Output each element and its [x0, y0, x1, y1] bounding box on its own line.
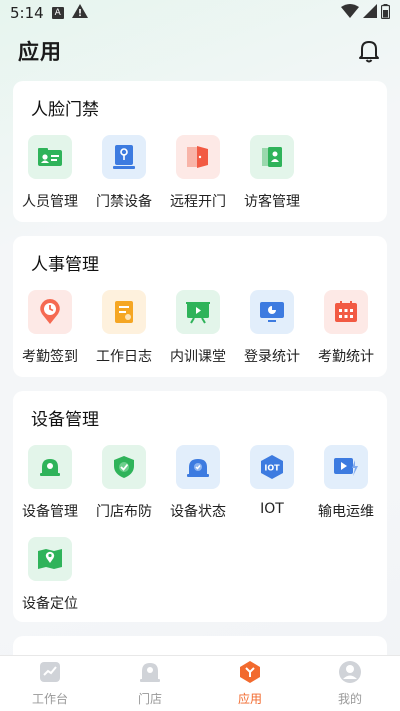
- app-item-iot[interactable]: IOT IOT: [235, 445, 309, 517]
- tab-mine[interactable]: 我的: [300, 656, 400, 711]
- warning-icon: [71, 4, 88, 22]
- app-item-label: 内训课堂: [170, 349, 226, 365]
- app-item-label: 设备管理: [22, 504, 78, 520]
- signal-icon: [363, 4, 377, 22]
- app-item-label: 考勤签到: [22, 349, 78, 365]
- app-item-label: 工作日志: [96, 349, 152, 365]
- wifi-icon: [341, 4, 359, 22]
- tab-label: 我的: [337, 692, 362, 706]
- app-item-personnel[interactable]: 人员管理: [13, 135, 87, 211]
- tab-label: 应用: [237, 692, 262, 706]
- app-item-door-devices[interactable]: 门禁设备: [87, 135, 161, 211]
- app-item-power-transmission[interactable]: 输电运维: [309, 445, 383, 521]
- battery-icon: [380, 3, 391, 23]
- app-item-device-management[interactable]: 设备管理: [13, 445, 87, 521]
- section-device-management: 设备管理 设备管理 门店布防 设备状态 IOT IOT 输电运维 设备定位: [13, 391, 387, 622]
- shield-check-icon: [102, 445, 146, 489]
- app-item-label: 登录统计: [244, 349, 300, 365]
- section-title: 人脸门禁: [31, 100, 99, 120]
- app-item-label: IOT: [260, 501, 284, 517]
- app-item-login-stats[interactable]: 登录统计: [235, 290, 309, 366]
- status-bar: 5:14 A: [0, 0, 400, 26]
- app-item-attendance-checkin[interactable]: 考勤签到: [13, 290, 87, 366]
- tab-label: 门店: [137, 692, 162, 706]
- door-open-icon: [176, 135, 220, 179]
- user-icon: [338, 660, 362, 684]
- tab-workbench[interactable]: 工作台: [0, 656, 100, 711]
- tab-label: 工作台: [31, 692, 68, 706]
- calendar-grid-icon: [324, 290, 368, 334]
- app-item-label: 门禁设备: [96, 194, 152, 210]
- app-item-label: 设备状态: [170, 504, 226, 520]
- app-item-training-class[interactable]: 内训课堂: [161, 290, 235, 366]
- section-title: 人事管理: [31, 255, 99, 275]
- door-access-device-icon: [102, 135, 146, 179]
- map-location-icon: [28, 537, 72, 581]
- monitor-chart-icon: [250, 290, 294, 334]
- app-item-label: 设备定位: [22, 596, 78, 612]
- app-item-work-log[interactable]: 工作日志: [87, 290, 161, 366]
- location-clock-icon: [28, 290, 72, 334]
- tab-store[interactable]: 门店: [100, 656, 200, 711]
- iot-icon: IOT: [250, 445, 294, 489]
- app-item-label: 门店布防: [96, 504, 152, 520]
- app-header: 应用: [0, 26, 400, 76]
- bell-icon[interactable]: [356, 38, 382, 64]
- section-hr-management: 人事管理 考勤签到 工作日志 内训课堂 登录统计 考勤统计: [13, 236, 387, 377]
- app-item-label: 远程开门: [170, 194, 226, 210]
- status-time: 5:14: [10, 4, 44, 22]
- notebook-icon: [102, 290, 146, 334]
- section-face-access: 人脸门禁 人员管理 门禁设备 远程开门 访客管理: [13, 81, 387, 222]
- video-lightning-icon: [324, 445, 368, 489]
- id-card-icon: [28, 135, 72, 179]
- section-title: 设备管理: [31, 410, 99, 430]
- visitor-icon: [250, 135, 294, 179]
- device-status-icon: [176, 445, 220, 489]
- app-item-label: 考勤统计: [318, 349, 374, 365]
- app-item-device-location[interactable]: 设备定位: [13, 537, 87, 613]
- app-item-attendance-stats[interactable]: 考勤统计: [309, 290, 383, 366]
- tab-apps[interactable]: 应用: [200, 656, 300, 711]
- app-item-label: 人员管理: [22, 194, 78, 210]
- apps-icon: [238, 660, 262, 684]
- notification-a-icon: A: [51, 7, 64, 19]
- page-title: 应用: [18, 40, 62, 64]
- app-item-label: 访客管理: [244, 194, 300, 210]
- app-item-store-defense[interactable]: 门店布防: [87, 445, 161, 521]
- app-item-label: 输电运维: [318, 504, 374, 520]
- dashboard-chart-icon: [38, 660, 62, 684]
- app-item-remote-open[interactable]: 远程开门: [161, 135, 235, 211]
- svg-text:IOT: IOT: [264, 464, 280, 473]
- app-item-device-status[interactable]: 设备状态: [161, 445, 235, 521]
- bottom-tab-bar: 工作台 门店 应用 我的: [0, 655, 400, 711]
- camera-device-icon: [28, 445, 72, 489]
- app-item-visitors[interactable]: 访客管理: [235, 135, 309, 211]
- presentation-board-icon: [176, 290, 220, 334]
- store-camera-icon: [138, 660, 162, 684]
